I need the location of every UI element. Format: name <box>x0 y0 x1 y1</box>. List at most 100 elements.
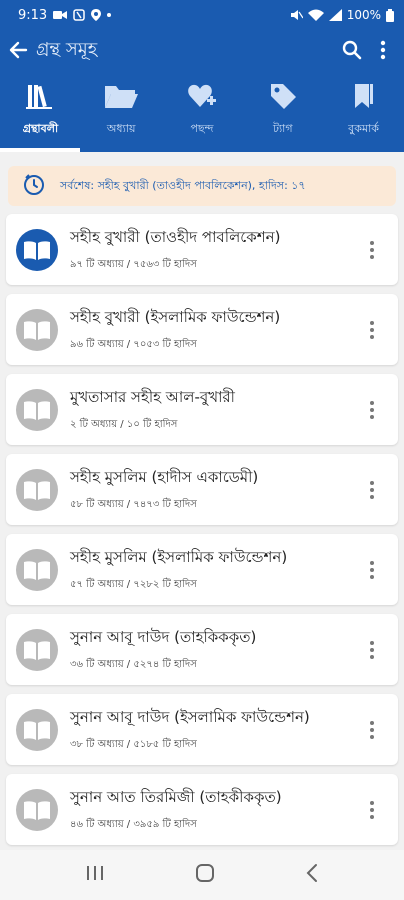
book-title: মুখতাসার সহীহ আল-বুখারী <box>70 387 235 406</box>
book-title: সুনান আবূ দাউদ (তাহকিককৃত) <box>70 627 257 646</box>
nfc-icon <box>73 9 85 21</box>
status-bar: 9:13 100% <box>0 0 404 30</box>
books-icon <box>25 80 55 112</box>
tab-bookmarks[interactable]: বুকমার্ক <box>323 70 404 152</box>
book-info: সুনান আত তিরমিজী (তাহকীককৃত) ৪৬ টি অধ্যা… <box>70 786 362 834</box>
book-meta: ৯৬ টি অধ্যায় / ৭০৫৩ টি হাদিস <box>70 338 197 350</box>
book-item[interactable]: সুনান আবূ দাউদ (তাহকিককৃত) ৩৬ টি অধ্যায়… <box>6 614 398 685</box>
tab-tags-label: ট্যাগ <box>272 122 293 135</box>
book-meta: ৪৬ টি অধ্যায় / ৩৯৫৯ টি হাদিস <box>70 818 197 830</box>
book-meta: ৩৮ টি অধ্যায় / ৫১৮৫ টি হাদিস <box>70 738 197 750</box>
folder-icon <box>103 80 139 112</box>
book-avatar <box>16 708 58 751</box>
recent-apps-icon[interactable] <box>85 865 105 885</box>
book-meta: ৫৭ টি অধ্যায় / ৭২৮২ টি হাদিস <box>70 578 197 590</box>
search-icon[interactable] <box>342 40 362 60</box>
book-title: সুনান আবূ দাউদ (ইসলামিক ফাউন্ডেশন) <box>70 707 310 726</box>
more-options-icon[interactable] <box>362 635 382 665</box>
home-icon[interactable] <box>195 863 215 887</box>
book-title: সুনান আত তিরমিজী (তাহকীককৃত) <box>70 787 282 806</box>
more-options-icon[interactable] <box>362 795 382 825</box>
wifi-icon <box>307 9 324 21</box>
last-read-banner[interactable]: সর্বশেষ: সহীহ বুখারী (তাওহীদ পাবলিকেশন),… <box>8 166 396 206</box>
status-right: 100% <box>290 8 394 22</box>
system-nav-bar <box>0 850 404 900</box>
battery-text: 100% <box>346 8 381 22</box>
tab-favorites[interactable]: পছন্দ <box>162 70 243 152</box>
book-item[interactable]: সহীহ বুখারী (তাওহীদ পাবলিকেশন) ৯৭ টি অধ্… <box>6 214 398 285</box>
book-info: সহীহ বুখারী (ইসলামিক ফাউন্ডেশন) ৯৬ টি অধ… <box>70 306 362 354</box>
book-avatar <box>16 788 58 831</box>
book-avatar <box>16 628 58 671</box>
tab-bar: গ্রন্থাবলী অধ্যায় পছন্দ ট্যাগ বুকমার্ক <box>0 70 404 152</box>
video-icon <box>53 11 68 19</box>
heart-plus-icon <box>187 80 217 112</box>
status-left: 9:13 <box>18 7 112 23</box>
tab-chapters[interactable]: অধ্যায় <box>81 70 162 152</box>
last-read-text: সর্বশেষ: সহীহ বুখারী (তাওহীদ পাবলিকেশন),… <box>60 178 306 192</box>
history-icon <box>22 172 46 200</box>
book-title: সহীহ বুখারী (ইসলামিক ফাউন্ডেশন) <box>70 307 281 326</box>
more-options-icon[interactable] <box>362 395 382 425</box>
back-nav-icon[interactable] <box>305 863 319 887</box>
back-arrow-icon[interactable] <box>8 40 28 60</box>
book-info: সুনান আবূ দাউদ (তাহকিককৃত) ৩৬ টি অধ্যায়… <box>70 626 362 674</box>
book-avatar <box>16 548 58 591</box>
book-meta: ২ টি অধ্যায় / ১০ টি হাদিস <box>70 418 178 430</box>
app-actions <box>342 40 396 60</box>
tab-indicator <box>0 148 80 152</box>
tab-books[interactable]: গ্রন্থাবলী <box>0 70 81 152</box>
book-item[interactable]: সুনান আবূ দাউদ (ইসলামিক ফাউন্ডেশন) ৩৮ টি… <box>6 694 398 765</box>
more-options-icon[interactable] <box>362 235 382 265</box>
tab-favorites-label: পছন্দ <box>190 122 214 135</box>
book-info: সুনান আবূ দাউদ (ইসলামিক ফাউন্ডেশন) ৩৮ টি… <box>70 706 362 754</box>
book-info: সহীহ মুসলিম (হাদীস একাডেমী) ৫৮ টি অধ্যায… <box>70 466 362 514</box>
book-info: মুখতাসার সহীহ আল-বুখারী ২ টি অধ্যায় / ১… <box>70 386 362 434</box>
bookmark-icon <box>353 80 375 112</box>
book-avatar <box>16 228 58 271</box>
open-book-icon <box>24 320 50 340</box>
book-meta: ৯৭ টি অধ্যায় / ৭৫৬৩ টি হাদিস <box>70 258 197 270</box>
tab-books-label: গ্রন্থাবলী <box>22 122 59 135</box>
book-avatar <box>16 308 58 351</box>
status-time: 9:13 <box>18 7 48 23</box>
more-options-icon[interactable] <box>362 315 382 345</box>
app-bar: গ্রন্থ সমূহ <box>0 30 404 70</box>
book-item[interactable]: মুখতাসার সহীহ আল-বুখারী ২ টি অধ্যায় / ১… <box>6 374 398 445</box>
open-book-icon <box>24 400 50 420</box>
tab-tags[interactable]: ট্যাগ <box>242 70 323 152</box>
book-info: সহীহ মুসলিম (ইসলামিক ফাউন্ডেশন) ৫৭ টি অধ… <box>70 546 362 594</box>
book-title: সহীহ বুখারী (তাওহীদ পাবলিকেশন) <box>70 227 281 246</box>
open-book-icon <box>24 240 50 260</box>
book-meta: ৩৬ টি অধ্যায় / ৫২৭৪ টি হাদিস <box>70 658 197 670</box>
book-title: সহীহ মুসলিম (হাদীস একাডেমী) <box>70 467 259 486</box>
book-item[interactable]: সহীহ বুখারী (ইসলামিক ফাউন্ডেশন) ৯৬ টি অধ… <box>6 294 398 365</box>
tab-chapters-label: অধ্যায় <box>106 122 136 135</box>
mute-icon <box>290 10 303 20</box>
page-title: গ্রন্থ সমূহ <box>36 38 98 60</box>
tab-bookmarks-label: বুকমার্ক <box>348 122 379 135</box>
open-book-icon <box>24 640 50 660</box>
more-options-icon[interactable] <box>362 715 382 745</box>
notification-dot-icon <box>107 13 112 17</box>
book-list: সহীহ বুখারী (তাওহীদ পাবলিকেশন) ৯৭ টি অধ্… <box>6 214 398 854</box>
more-options-icon[interactable] <box>362 475 382 505</box>
book-item[interactable]: সহীহ মুসলিম (হাদীস একাডেমী) ৫৮ টি অধ্যায… <box>6 454 398 525</box>
open-book-icon <box>24 720 50 740</box>
battery-icon <box>386 8 394 22</box>
book-item[interactable]: সহীহ মুসলিম (ইসলামিক ফাউন্ডেশন) ৫৭ টি অধ… <box>6 534 398 605</box>
location-icon <box>91 9 102 21</box>
signal-icon <box>328 9 342 21</box>
open-book-icon <box>24 560 50 580</box>
more-options-icon[interactable] <box>362 555 382 585</box>
book-item[interactable]: সুনান আত তিরমিজী (তাহকীককৃত) ৪৬ টি অধ্যা… <box>6 774 398 845</box>
more-vert-icon[interactable] <box>380 40 386 60</box>
book-meta: ৫৮ টি অধ্যায় / ৭৪৭৩ টি হাদিস <box>70 498 197 510</box>
book-title: সহীহ মুসলিম (ইসলামিক ফাউন্ডেশন) <box>70 547 288 566</box>
book-info: সহীহ বুখারী (তাওহীদ পাবলিকেশন) ৯৭ টি অধ্… <box>70 226 362 274</box>
open-book-icon <box>24 800 50 820</box>
book-avatar <box>16 468 58 511</box>
tag-icon <box>269 80 297 112</box>
book-avatar <box>16 388 58 431</box>
open-book-icon <box>24 480 50 500</box>
